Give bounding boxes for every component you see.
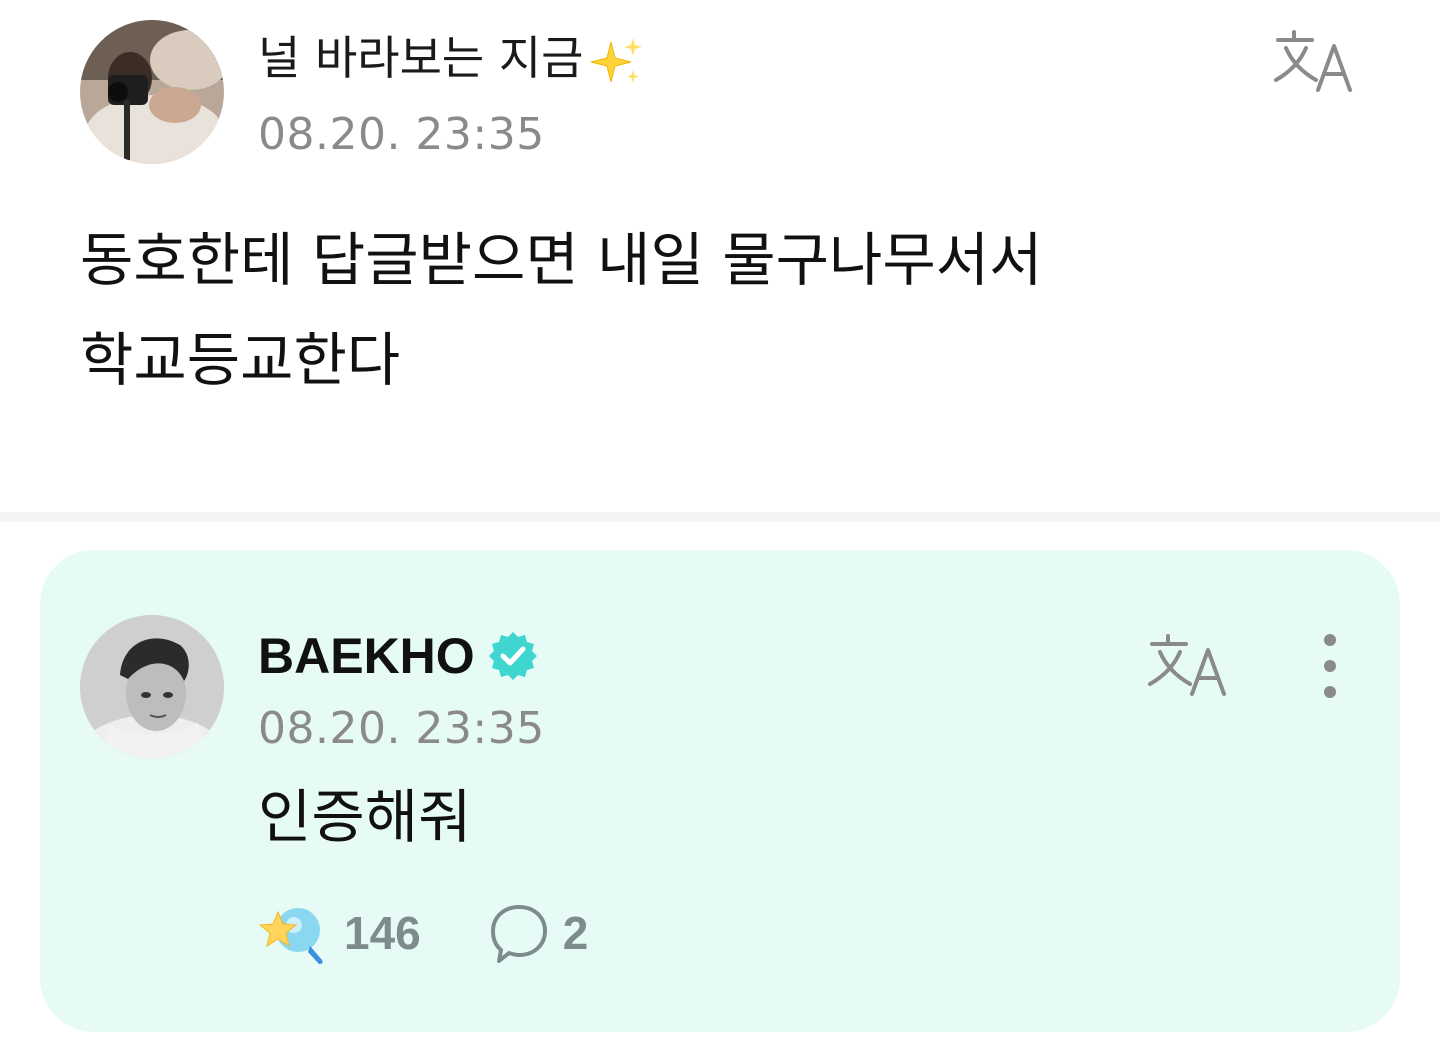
artist-author-name-text: BAEKHO — [258, 628, 475, 684]
artist-reply-card: BAEKHO 08.20. 23:35 인증해줘 146 2 — [40, 550, 1400, 1032]
fan-author-name-text: 널 바라보는 지금 — [258, 31, 584, 85]
fan-avatar[interactable] — [80, 20, 224, 164]
page: 널 바라보는 지금 08.20. 23:35 동호한테 답글받으면 내일 물구나… — [0, 0, 1440, 1055]
more-vertical-icon[interactable] — [1310, 632, 1350, 700]
verified-badge-icon — [488, 632, 537, 680]
like-count: 146 — [344, 907, 421, 959]
section-divider — [0, 512, 1440, 522]
artist-reply-body: 인증해줘 — [258, 783, 472, 851]
comment-bubble-icon[interactable] — [487, 901, 551, 965]
fan-post-body: 동호한테 답글받으면 내일 물구나무서서 학교등교한다 — [80, 210, 1280, 410]
fan-post: 널 바라보는 지금 08.20. 23:35 동호한테 답글받으면 내일 물구나… — [0, 0, 1440, 512]
fan-author-name[interactable]: 널 바라보는 지금 — [258, 26, 645, 90]
fan-post-body-line: 동호한테 답글받으면 내일 물구나무서서 — [80, 226, 1043, 294]
sparkles-icon — [591, 37, 643, 83]
fan-post-body-line: 학교등교한다 — [80, 326, 401, 394]
like-lightstick-icon[interactable] — [258, 898, 328, 968]
artist-avatar[interactable] — [80, 615, 224, 759]
translate-icon[interactable] — [1146, 630, 1234, 700]
fan-post-timestamp: 08.20. 23:35 — [258, 109, 545, 160]
artist-author-name[interactable]: BAEKHO — [258, 626, 539, 686]
reaction-bar: 146 2 — [258, 898, 588, 968]
artist-reply-timestamp: 08.20. 23:35 — [258, 703, 545, 754]
comment-count: 2 — [562, 907, 589, 959]
translate-icon[interactable] — [1272, 26, 1360, 96]
